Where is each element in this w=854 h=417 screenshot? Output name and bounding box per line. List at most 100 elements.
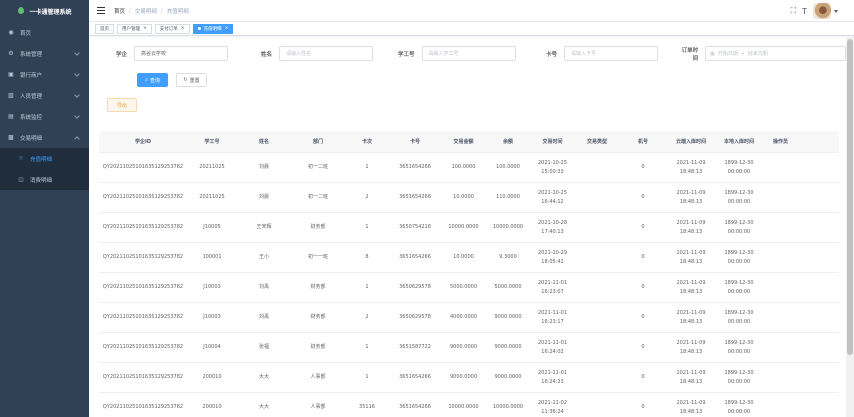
- breadcrumb-recharge: 充值明细: [166, 8, 189, 15]
- date-range-picker[interactable]: ▦ 开始日期 - 结束日期: [705, 46, 846, 61]
- table-cell: 2021-11-02 11:36:24: [537, 400, 568, 415]
- table-cell: 1: [365, 344, 369, 351]
- table-cell: QY20211025101635129253782: [102, 404, 184, 411]
- table-cell: 8: [365, 254, 369, 261]
- tag-payment-orders[interactable]: 支付订单 ×: [154, 23, 190, 34]
- sidebar-item-monitor[interactable]: ▤ 系统监控: [0, 106, 89, 127]
- order-time-field: 订单时间 ▦ 开始日期 - 结束日期: [677, 45, 846, 62]
- table-cell: 财务部: [310, 314, 326, 321]
- table-cell: 2021-11-01 16:24:02: [537, 340, 568, 355]
- table-cell: 1: [365, 374, 369, 381]
- table-body: QY20211025101635129253782 20211025 刘晨 初一二班 1…: [99, 153, 839, 417]
- sidebar-subitem-consume[interactable]: ◫ 消费明细: [0, 169, 89, 190]
- name-field: 姓名 请输入姓名: [261, 45, 374, 62]
- caret-down-icon[interactable]: [834, 9, 838, 13]
- sidebar-item-label: 系统监控: [20, 114, 43, 121]
- table-row[interactable]: QY20211025101635129253782 20211025 刘晨 初一二班 2…: [99, 183, 839, 213]
- table-cell: 0: [641, 254, 645, 261]
- end-date-input[interactable]: 结束日期: [748, 50, 768, 57]
- school-select[interactable]: 高谷云学校: [134, 46, 229, 61]
- search-button[interactable]: ⌕ 查询: [137, 73, 168, 87]
- export-button[interactable]: 导出: [107, 98, 137, 112]
- table-row[interactable]: QY20211025101635129253782 J10003 刘禹 财务部 2 365…: [99, 303, 839, 333]
- tag-user-management[interactable]: 用户管理 ×: [117, 23, 152, 34]
- table-cell: 10000.0000: [448, 404, 479, 411]
- tag-home[interactable]: 首页: [95, 23, 114, 34]
- table-cell: 2021-10-28 17:40:13: [537, 220, 568, 235]
- table-cell: QY20211025101635129253782: [102, 284, 184, 291]
- bag-icon: ◫: [18, 176, 24, 183]
- app-logo[interactable]: 一卡通管理系统: [0, 0, 89, 22]
- table-row[interactable]: QY20211025101635129253782 100001 王小 初一一班 8 36…: [99, 243, 839, 273]
- card-input[interactable]: 请输入卡号: [564, 46, 659, 61]
- sidebar-item-system[interactable]: ⚙ 系统管理: [0, 43, 89, 64]
- col-header: 机号: [637, 139, 648, 145]
- fullscreen-icon[interactable]: ⛶: [791, 6, 797, 16]
- table-cell: 3651654266: [399, 194, 431, 201]
- table-row[interactable]: QY20211025101635129253782 200010 大大 人事部 1 365…: [99, 363, 839, 393]
- people-icon: ▧: [8, 92, 14, 99]
- hamburger-icon[interactable]: [97, 7, 105, 14]
- table-cell: 10.0000: [453, 254, 474, 261]
- close-icon[interactable]: ×: [143, 26, 147, 31]
- chevron-down-icon: [74, 50, 80, 56]
- tag-recharge-details[interactable]: 充值明细 ×: [192, 23, 234, 34]
- start-date-input[interactable]: 开始日期: [718, 50, 738, 57]
- chevron-down-icon: [74, 71, 80, 77]
- table-cell: 10.0000: [453, 194, 474, 201]
- avatar[interactable]: [813, 3, 831, 19]
- document-icon: ▩: [8, 134, 14, 141]
- table-cell: 2021-11-09 18:48:13: [676, 400, 706, 415]
- school-field: 学企 高谷云学校: [116, 45, 229, 62]
- table-cell: 3651587722: [399, 344, 431, 351]
- tags-view: 首页 用户管理 × 支付订单 × 充值明细 ×: [89, 22, 854, 36]
- table-cell: QY20211025101635129253782: [102, 224, 184, 231]
- table-cell: 张福: [258, 344, 269, 351]
- table-cell: 20211025: [199, 164, 225, 171]
- font-size-icon[interactable]: T: [802, 7, 807, 16]
- table-row[interactable]: QY20211025101635129253782 J10004 张福 财务部 1 365…: [99, 333, 839, 363]
- breadcrumb-home[interactable]: 首页: [114, 7, 125, 15]
- name-input[interactable]: 请输入姓名: [279, 46, 374, 61]
- logo-icon: [17, 7, 25, 15]
- table-cell: 2021-11-09 18:48:13: [676, 190, 706, 205]
- recharge-table: 学企ID 学工号 姓名 部门 卡次 卡号 交易金额 余额 交易时间 交易类型 机…: [99, 131, 839, 417]
- table-row[interactable]: QY20211025101635129253782 J10005 王宋辉 财务部 1 36…: [99, 213, 839, 243]
- close-icon[interactable]: ×: [181, 26, 185, 31]
- worker-id-input[interactable]: 请输入学工号: [421, 46, 516, 61]
- table-cell: 刘禹: [258, 284, 269, 291]
- sidebar-item-people[interactable]: ▧ 人员管理: [0, 85, 89, 106]
- vertical-scrollbar[interactable]: [846, 37, 854, 417]
- scrollbar-thumb[interactable]: [847, 39, 853, 355]
- table-cell: 大大: [258, 404, 269, 411]
- table-cell: 10000.0000: [492, 224, 524, 231]
- sidebar-item-home[interactable]: ◉ 首页: [0, 22, 89, 43]
- table-cell: 财务部: [310, 224, 326, 231]
- table-cell: 0: [641, 284, 645, 291]
- table-cell: 人事部: [310, 404, 326, 411]
- table-cell: 财务部: [310, 344, 326, 351]
- table-cell: 9000.0000: [494, 314, 522, 321]
- reset-button[interactable]: ↻ 重置: [176, 73, 207, 87]
- table-cell: 35116: [359, 404, 375, 411]
- monitor-icon: ▤: [8, 113, 14, 120]
- table-cell: QY20211025101635129253782: [102, 254, 184, 261]
- close-icon[interactable]: ×: [225, 26, 229, 31]
- table-cell: 110.0000: [496, 194, 520, 201]
- table-cell: 人事部: [310, 374, 326, 381]
- table-cell: 1: [365, 224, 369, 231]
- table-row[interactable]: QY20211025101635129253782 J10003 刘禹 财务部 1 365…: [99, 273, 839, 303]
- sidebar-item-transactions[interactable]: ▩ 交易明细: [0, 127, 89, 148]
- sidebar-subitem-recharge[interactable]: ☉ 充值明细: [0, 148, 89, 169]
- table-row[interactable]: QY20211025101635129253782 20211025 刘晨 初一二班 1…: [99, 153, 839, 183]
- col-header: 云端入库时间: [675, 139, 706, 145]
- card-field: 卡号 请输入卡号: [546, 45, 659, 62]
- sidebar-item-bank[interactable]: ▣ 银行商户: [0, 64, 89, 85]
- sidebar-item-label: 银行商户: [20, 72, 43, 79]
- table-cell: 1899-12-30 00:00:00: [724, 280, 754, 295]
- chevron-down-icon: [74, 92, 80, 98]
- transactions-submenu: ☉ 充值明细 ◫ 消费明细: [0, 148, 89, 190]
- top-navbar: 首页 / 交易明细 / 充值明细 ⛶ T: [89, 0, 854, 22]
- table-cell: 100.0000: [496, 164, 520, 171]
- table-row[interactable]: QY20211025101635129253782 200010 大大 人事部 3511…: [99, 393, 839, 417]
